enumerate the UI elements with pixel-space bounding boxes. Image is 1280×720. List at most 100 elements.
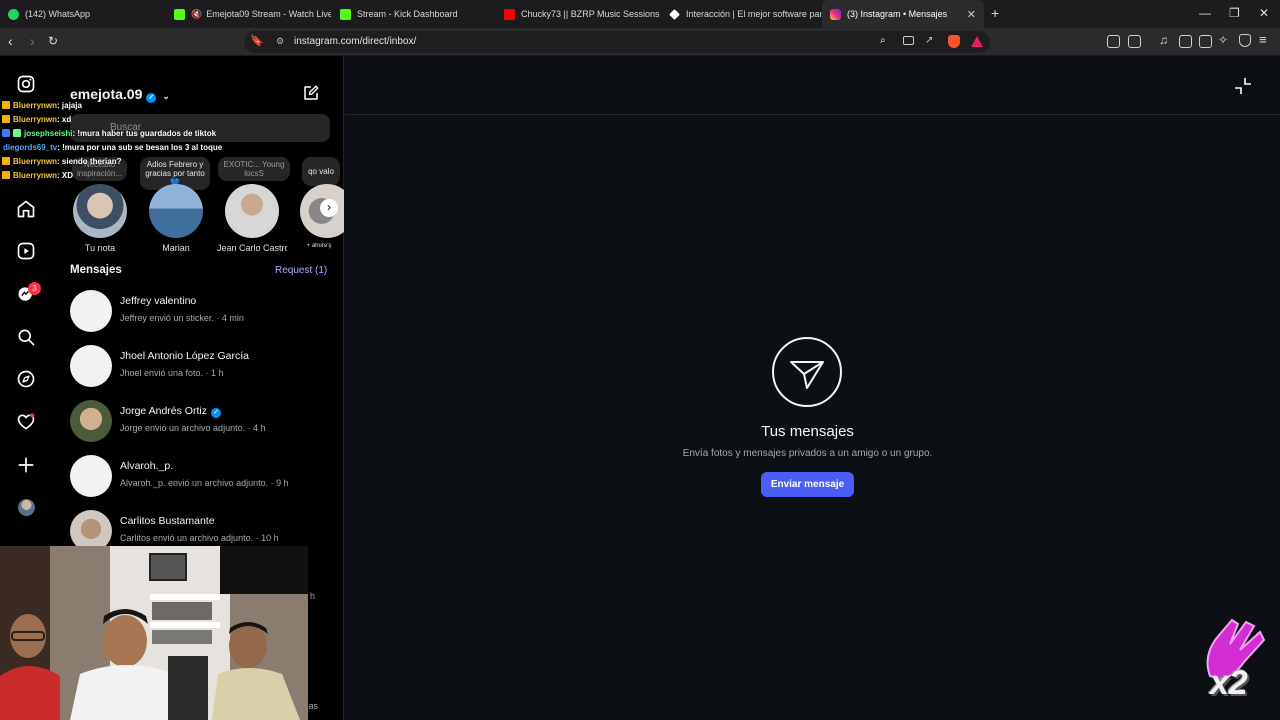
story-name: Marian — [162, 243, 190, 253]
conversation-item[interactable]: Jeffrey valentino Jeffrey envió un stick… — [70, 286, 340, 338]
story-name: + ahore'ş — [306, 243, 332, 249]
brave-shield-icon[interactable] — [948, 35, 960, 48]
stream-chat-overlay: Bluerrynwn: jajaja Bluerrynwn: xd joseph… — [0, 98, 300, 182]
brave-rewards-icon[interactable] — [971, 36, 983, 47]
next-arrow-icon[interactable]: › — [320, 199, 338, 217]
collapse-icon[interactable] — [1233, 76, 1253, 96]
chat-message: Bluerrynwn: jajaja — [0, 98, 300, 112]
close-window-icon[interactable]: ✕ — [1259, 6, 1269, 20]
note-bubble[interactable]: qo valo — [302, 157, 340, 186]
wallet-icon[interactable] — [1199, 35, 1212, 48]
vpn-icon[interactable] — [1239, 34, 1251, 47]
create-plus-icon[interactable] — [16, 455, 36, 475]
menu-icon[interactable]: ≡ — [1259, 32, 1267, 47]
chat-user: Bluerrynwn — [13, 100, 58, 110]
zoom-icon[interactable]: ⌕ — [880, 35, 886, 46]
instagram-logo-icon[interactable] — [16, 74, 36, 94]
notifications-heart-icon[interactable] — [16, 412, 36, 432]
new-tab-button[interactable]: + — [991, 5, 999, 21]
tab-youtube[interactable]: Chucky73 || BZRP Music Sessions #43 — [496, 0, 661, 28]
bookmark-icon[interactable]: 🔖 — [250, 34, 264, 47]
sub-badge-icon — [2, 171, 10, 179]
tab-kick-stream[interactable]: 🔇 Emejota09 Stream - Watch Live o — [166, 0, 331, 28]
requests-link[interactable]: Request (1) — [275, 265, 327, 276]
back-icon[interactable]: ‹ — [8, 33, 13, 49]
webcam-overlay — [0, 546, 308, 720]
story-jean-carlo[interactable]: Jean Carlo Castro — [217, 184, 287, 253]
tab-kick-dashboard[interactable]: Stream - Kick Dashboard — [332, 0, 497, 28]
tab-title: Chucky73 || BZRP Music Sessions #43 — [521, 9, 661, 19]
chat-text: : XD — [57, 170, 74, 180]
whatsapp-icon — [8, 8, 19, 20]
home-icon[interactable] — [16, 199, 36, 219]
conversation-preview: Jeffrey envió un sticker. · 4 min — [120, 313, 244, 323]
search-icon[interactable] — [16, 327, 36, 347]
compose-icon[interactable] — [302, 84, 320, 102]
webcam-image — [0, 546, 308, 720]
cast-icon[interactable] — [903, 36, 914, 45]
leo-ai-icon[interactable]: ✧ — [1218, 33, 1228, 47]
story-partial[interactable]: + ahore'ş — [294, 184, 344, 249]
tab-title: (3) Instagram • Mensajes — [847, 9, 948, 19]
chat-text: : xd — [57, 114, 72, 124]
avatar — [70, 345, 112, 387]
empty-state-subtitle: Envía fotos y mensajes privados a un ami… — [682, 448, 933, 459]
explore-icon[interactable] — [16, 369, 36, 389]
story-marian[interactable]: Marian — [141, 184, 211, 253]
avatar — [149, 184, 203, 238]
sub-badge-icon — [2, 157, 10, 165]
story-own-note[interactable]: Tu nota — [65, 184, 135, 253]
url-text: instagram.com/direct/inbox/ — [294, 36, 417, 47]
conversation-pane: Tus mensajes Envía fotos y mensajes priv… — [345, 56, 1280, 720]
sidebar-icon[interactable] — [1179, 35, 1192, 48]
conversation-preview: Jhoel envió una foto. · 1 h — [120, 368, 224, 378]
conversation-name-text: Jorge Andrés Ortiz — [120, 405, 207, 417]
music-icon[interactable]: ♫ — [1159, 33, 1168, 47]
conversation-preview: Jorge envió un archivo adjunto. · 4 h — [120, 423, 266, 433]
avatar — [70, 290, 112, 332]
send-message-button[interactable]: Enviar mensaje — [761, 472, 854, 497]
sub-badge-icon — [2, 101, 10, 109]
share-icon[interactable]: ↗ — [925, 35, 933, 46]
conversation-item[interactable]: Jorge Andrés Ortiz ✓ Jorge envió un archi… — [70, 396, 340, 448]
sub-badge-icon — [2, 115, 10, 123]
tab-title: Interacción | El mejor software para p — [686, 9, 821, 19]
site-settings-icon[interactable]: ⚙ — [276, 36, 284, 47]
reader-icon[interactable] — [1128, 35, 1141, 48]
kick-icon — [340, 8, 351, 20]
chat-message: Bluerrynwn: siendo therian? — [0, 154, 300, 168]
browser-tab-bar: (142) WhatsApp 🔇 Emejota09 Stream - Watc… — [0, 0, 1280, 28]
chat-message: Bluerrynwn: XD — [0, 168, 300, 182]
chat-message: josephseishi: !mura haber tus guardados … — [0, 126, 300, 140]
story-name: Jean Carlo Castro — [217, 243, 287, 253]
conversation-name: Carlitos Bustamante — [120, 515, 215, 527]
partial-time: h — [310, 591, 316, 601]
tab-instagram[interactable]: (3) Instagram • Mensajes ✕ — [822, 0, 984, 28]
extensions-icon[interactable] — [1107, 35, 1120, 48]
avatar — [70, 455, 112, 497]
conversation-name: Jeffrey valentino — [120, 295, 197, 307]
reload-icon[interactable]: ↻ — [48, 34, 58, 48]
tab-title: (142) WhatsApp — [25, 9, 91, 19]
tab-interaccion[interactable]: Interacción | El mejor software para p — [661, 0, 821, 28]
conversation-item[interactable]: Jhoel Antonio López García Jhoel envió u… — [70, 341, 340, 393]
chat-text: : jajaja — [57, 100, 82, 110]
conversation-item[interactable]: Alvaroh._p. Alvaroh._p. envió un archivo… — [70, 451, 340, 503]
chat-user: josephseishi — [24, 128, 73, 138]
minimize-icon[interactable]: — — [1199, 6, 1211, 20]
forward-icon[interactable]: › — [30, 33, 35, 49]
avatar — [225, 184, 279, 238]
badge-icon — [13, 129, 21, 137]
close-tab-icon[interactable]: ✕ — [967, 8, 976, 21]
maximize-icon[interactable]: ❐ — [1229, 6, 1240, 20]
conversation-name: Alvaroh._p. — [120, 460, 174, 472]
profile-avatar[interactable] — [18, 499, 35, 516]
verified-badge-icon: ✓ — [210, 408, 221, 418]
address-bar[interactable]: 🔖 ⚙ instagram.com/direct/inbox/ ⌕ ↗ — [244, 31, 990, 53]
conversation-preview: Alvaroh._p. envió un archivo adjunto. · … — [120, 478, 289, 488]
conversation-name: Jhoel Antonio López García — [120, 350, 250, 362]
tab-whatsapp[interactable]: (142) WhatsApp — [0, 0, 165, 28]
mute-icon[interactable]: 🔇 — [191, 9, 202, 20]
reels-icon[interactable] — [16, 241, 36, 261]
chat-user: Bluerrynwn — [13, 156, 58, 166]
